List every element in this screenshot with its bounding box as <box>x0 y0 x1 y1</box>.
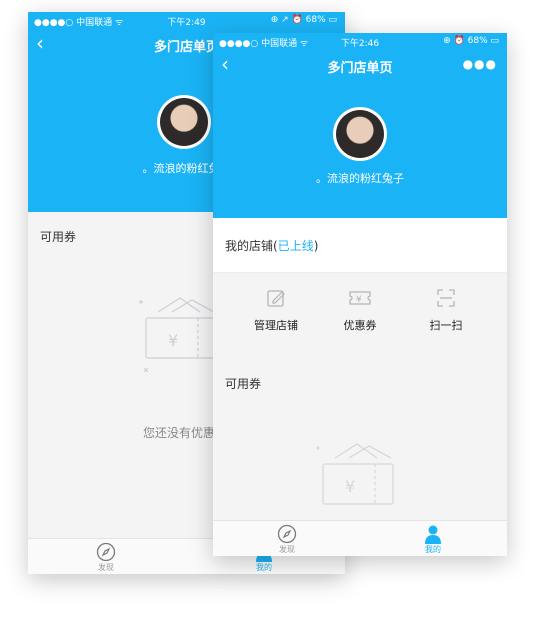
tab-label: 发现 <box>279 545 295 554</box>
empty-coupon-illustration: ¥ <box>316 443 394 505</box>
front-phone-screen: ●●●●○ 中国联通 ᯤ 下午2:46 ⊕ ⏰ 68% ▭ ‹ 多门店单页 ●●… <box>213 33 507 556</box>
compass-icon <box>277 524 297 544</box>
compass-icon <box>96 542 116 562</box>
user-icon <box>425 525 441 544</box>
store-label-suffix: ) <box>313 239 319 253</box>
tab-label: 发现 <box>98 563 114 572</box>
svg-text:¥: ¥ <box>356 295 362 305</box>
status-bar: ●●●●○ 中国联通 ᯤ 下午2:49 ⊕ ↗ ⏰ 68% ▭ <box>28 12 345 30</box>
tab-discover[interactable]: 发现 <box>76 539 136 573</box>
tab-bar: 发现 我的 <box>213 520 507 556</box>
coupon-icon: ¥ <box>349 291 371 305</box>
battery-status: ⊕ ⏰ 68% ▭ <box>443 36 499 46</box>
tab-discover[interactable]: 发现 <box>257 521 317 555</box>
store-status: 已上线 <box>277 239 314 253</box>
svg-text:¥: ¥ <box>345 477 355 496</box>
scan-button[interactable]: 扫一扫 <box>401 287 491 333</box>
status-bar: ●●●●○ 中国联通 ᯤ 下午2:46 ⊕ ⏰ 68% ▭ <box>213 33 507 51</box>
action-label: 管理店铺 <box>254 319 298 332</box>
coupon-button[interactable]: ¥ 优惠券 <box>315 287 405 333</box>
more-icon[interactable]: ●●● <box>463 57 497 71</box>
avatar[interactable] <box>333 107 387 161</box>
my-store-row[interactable]: 我的店铺(已上线) <box>213 218 507 273</box>
avatar[interactable] <box>157 95 211 149</box>
battery-status: ⊕ ↗ ⏰ 68% ▭ <box>270 15 337 25</box>
store-label: 我的店铺( <box>225 239 278 253</box>
section-label: 可用券 <box>225 377 262 391</box>
edit-icon <box>267 290 285 307</box>
action-label: 扫一扫 <box>429 319 463 332</box>
tab-mine[interactable]: 我的 <box>403 521 463 555</box>
quick-actions: 管理店铺 ¥ 优惠券 扫一扫 <box>213 273 507 353</box>
tab-label: 我的 <box>425 545 441 554</box>
user-name: 。流浪的粉红兔子 <box>316 172 404 185</box>
svg-text:¥: ¥ <box>168 331 178 350</box>
scan-icon <box>437 289 455 307</box>
profile-header: ●●●●○ 中国联通 ᯤ 下午2:46 ⊕ ⏰ 68% ▭ ‹ 多门店单页 ●●… <box>213 33 507 218</box>
manage-store-button[interactable]: 管理店铺 <box>231 287 321 333</box>
action-label: 优惠券 <box>343 319 377 332</box>
tab-label: 我的 <box>256 563 272 572</box>
section-label: 可用券 <box>40 230 77 244</box>
nav-bar: ‹ 多门店单页 ●●● <box>213 51 507 81</box>
